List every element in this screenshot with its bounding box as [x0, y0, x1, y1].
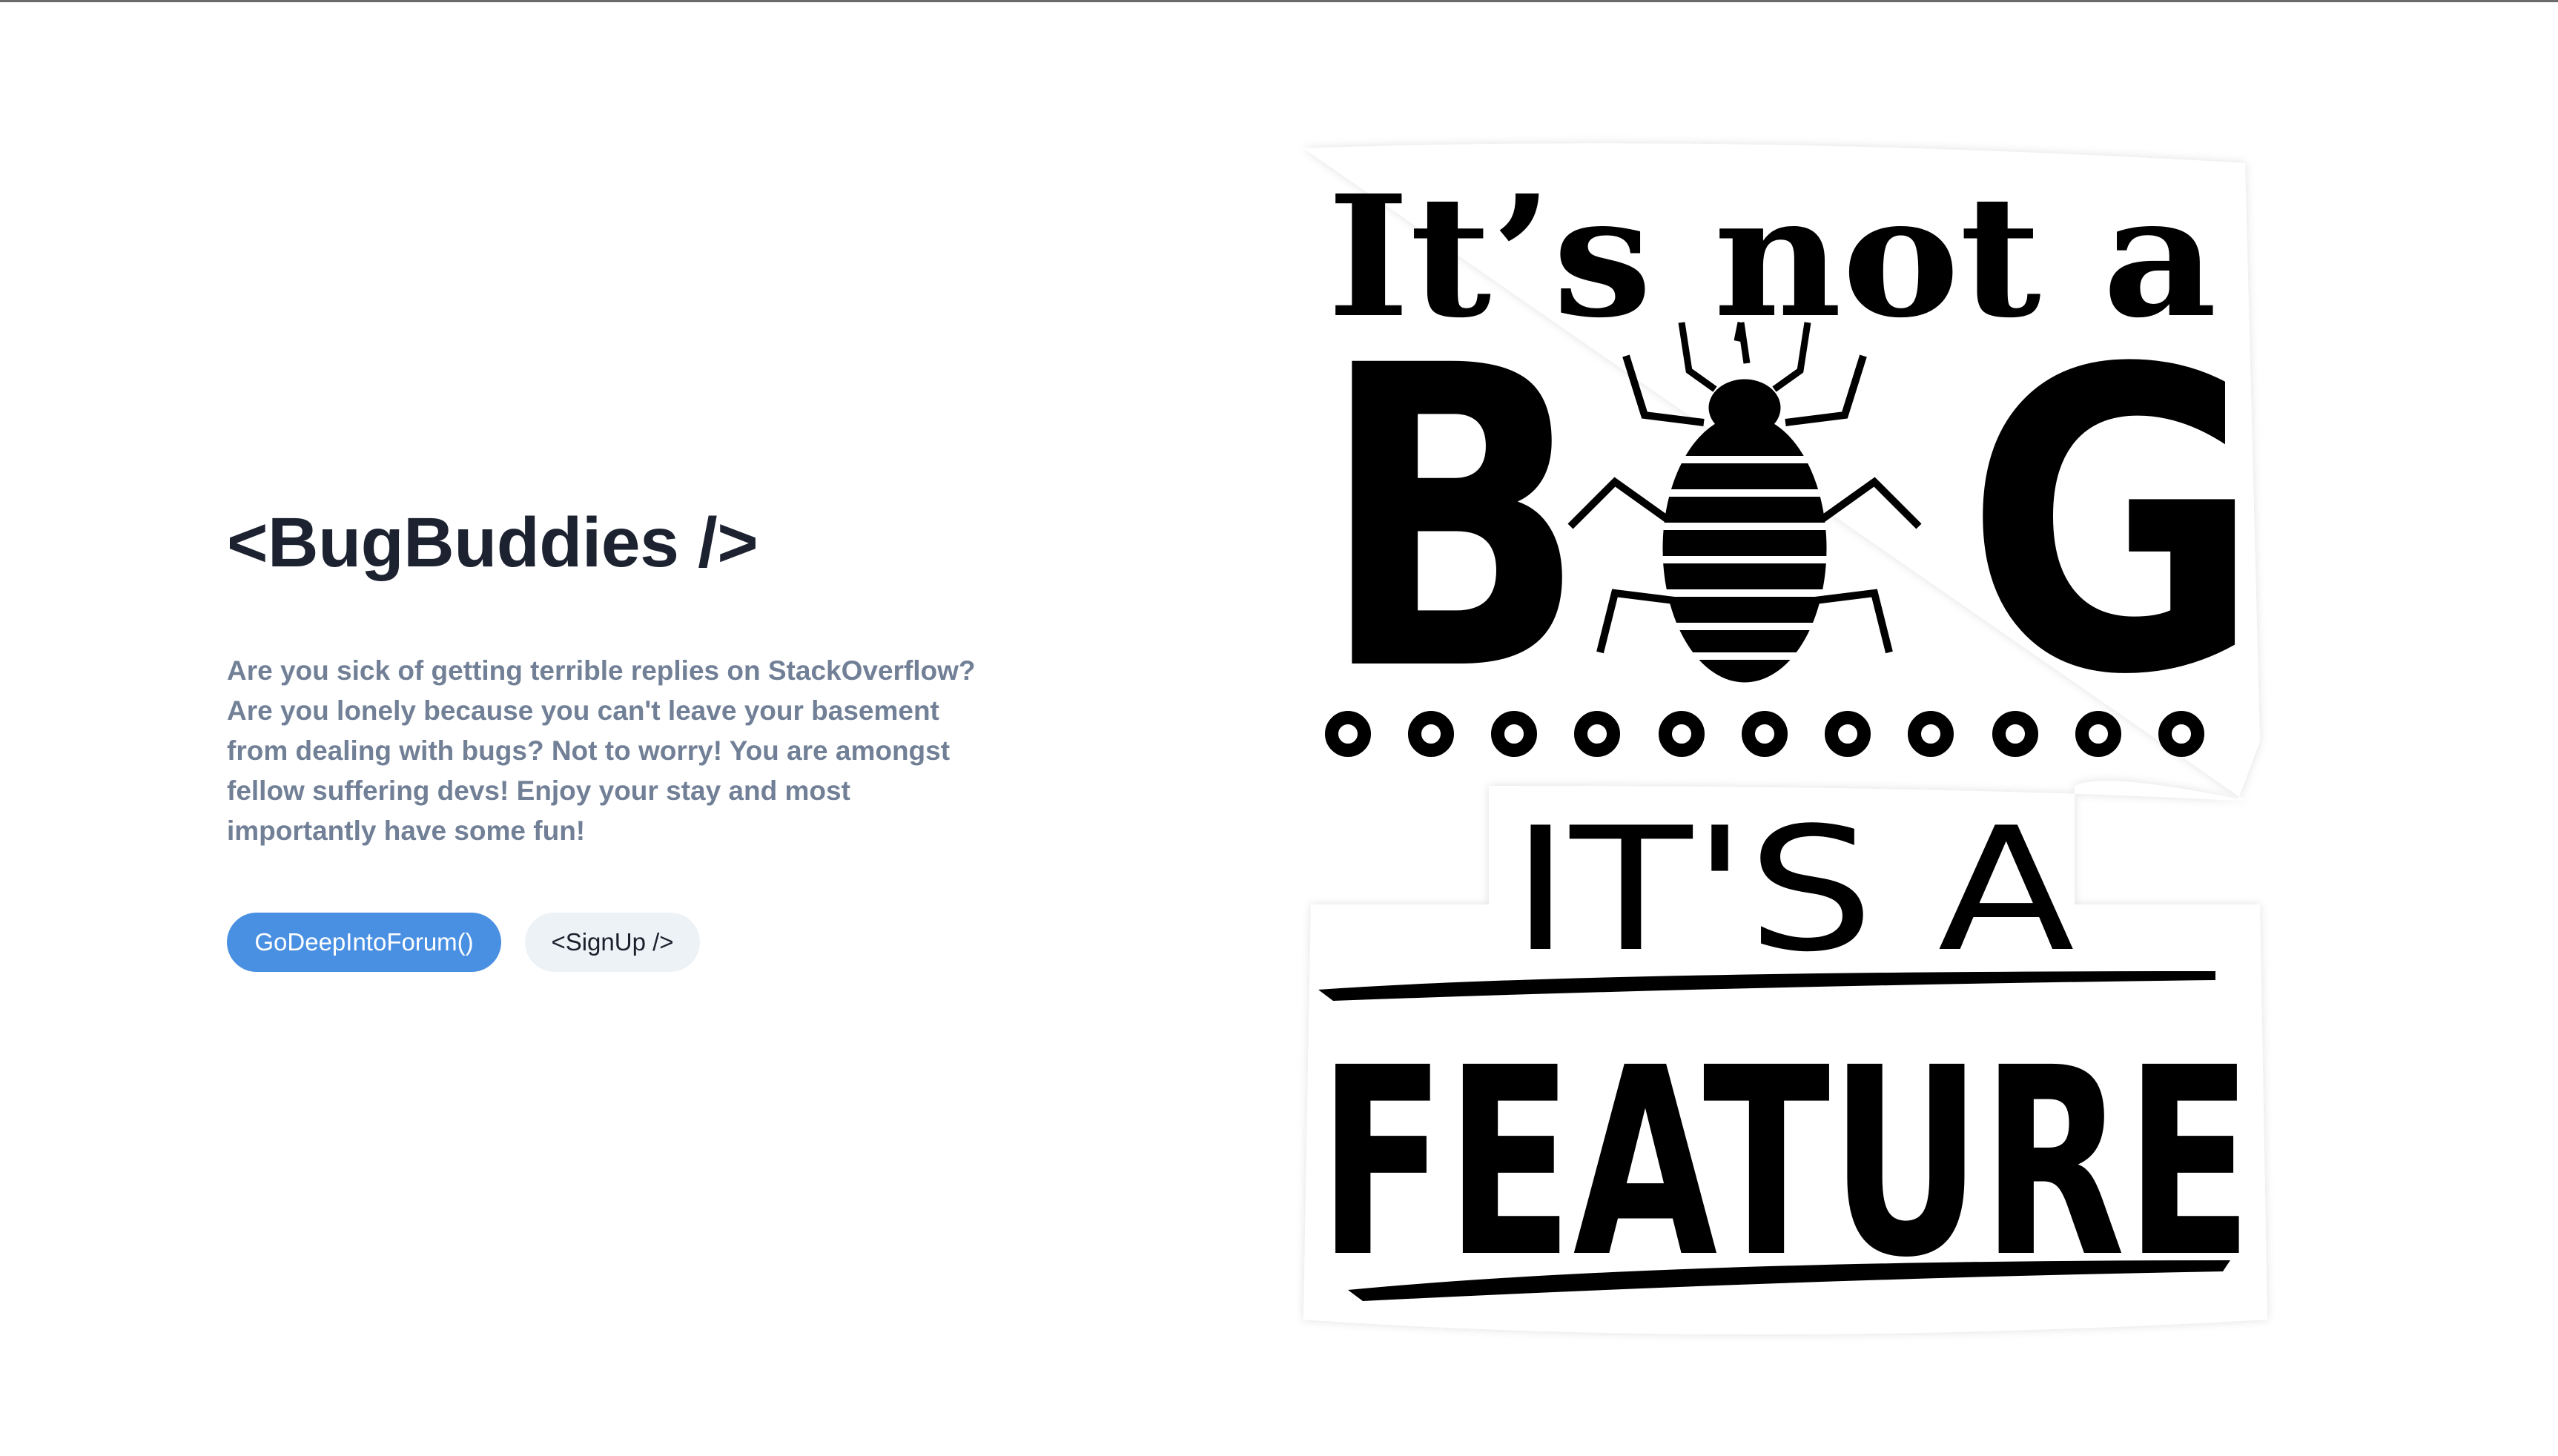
tagline-line: Are you sick of getting terrible replies…: [227, 655, 976, 686]
tagline: Are you sick of getting terrible replies…: [227, 651, 1013, 851]
top-border: [0, 0, 2558, 2]
tagline-line: importantly have some fun!: [227, 815, 586, 846]
tagline-line: fellow suffering devs! Enjoy your stay a…: [227, 775, 850, 806]
cta-button-row: GoDeepIntoForum() <SignUp />: [227, 913, 700, 972]
go-deep-into-forum-button[interactable]: GoDeepIntoForum(): [227, 913, 501, 972]
tagline-line: from dealing with bugs? Not to worry! Yo…: [227, 735, 951, 766]
tagline-line: Are you lonely because you can't leave y…: [227, 695, 939, 726]
sign-up-button[interactable]: <SignUp />: [525, 913, 700, 972]
sticker-letter-g: G: [1965, 282, 2261, 766]
sticker-line-3: IT'S A: [1511, 792, 2075, 990]
hero-section: <BugBuddies /> Are you sick of getting t…: [227, 503, 1013, 972]
page-title: <BugBuddies />: [227, 503, 759, 582]
sticker-letter-b: B: [1320, 279, 1587, 762]
its-not-a-bug-sticker-image: It’s not a B G IT'S A FEATURE: [1303, 143, 2267, 1334]
